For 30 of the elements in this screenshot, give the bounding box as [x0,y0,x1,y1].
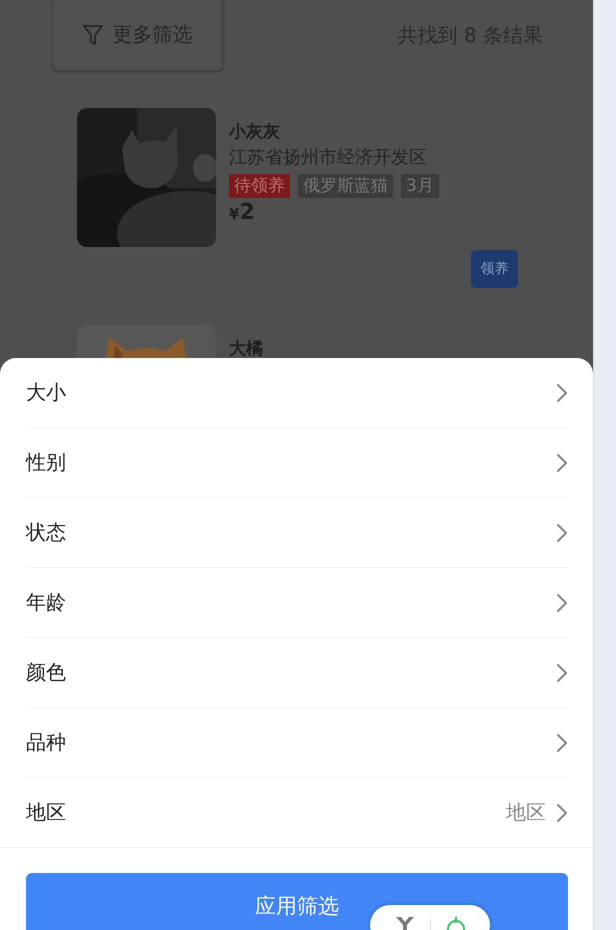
option-value: 地区 [506,799,546,826]
filter-option[interactable]: 大小 [26,358,568,428]
currency-symbol: ¥ [229,205,240,223]
pet-tag: 3月 [401,174,439,198]
filter-option[interactable]: 性别 [26,428,568,498]
chevron-icon [556,592,568,612]
chevron-icon [556,522,568,542]
target-icon[interactable] [444,917,466,930]
chevron-icon [556,452,568,472]
pet-tag: 俄罗斯蓝猫 [298,174,393,198]
chevron-icon [556,662,568,682]
option-label: 性别 [26,449,67,476]
option-label: 年龄 [26,589,67,616]
option-label: 地区 [26,799,67,826]
status-tag: 待领养 [229,174,290,198]
filter-option[interactable]: 品种 [26,708,568,778]
filter-option[interactable]: 地区 地区 [26,778,568,847]
filter-option[interactable]: 状态 [26,498,568,568]
chevron-icon [556,802,568,822]
chevron-icon [556,382,568,402]
option-label: 状态 [26,519,67,546]
filter-option[interactable]: 年龄 [26,568,568,638]
chevron-icon [556,732,568,752]
adopt-button[interactable]: 领养 [471,250,518,288]
filter-icon [82,24,102,46]
option-label: 大小 [26,379,67,406]
option-label: 品种 [26,729,67,756]
option-label: 颜色 [26,659,67,686]
filter-option[interactable]: 颜色 [26,638,568,708]
apply-filter-button[interactable]: 应用筛选 [26,873,568,930]
